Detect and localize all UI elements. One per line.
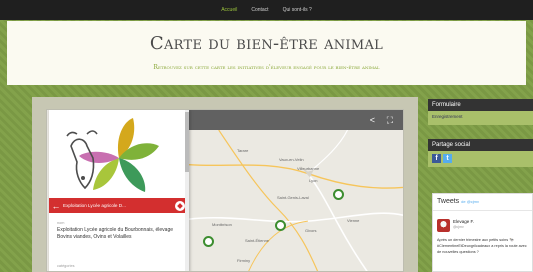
fullscreen-icon[interactable]: ⛶ bbox=[387, 115, 393, 125]
twitter-icon[interactable]: t bbox=[443, 154, 452, 163]
map-town-label: Tarare bbox=[237, 148, 249, 153]
map-town-label: Villeurbanne bbox=[297, 166, 320, 171]
nav-item-about[interactable]: Qui sont-ils ? bbox=[283, 7, 312, 13]
map-town-label: Saint-Genis-Laval bbox=[277, 195, 309, 200]
panel-scrollbar[interactable] bbox=[185, 110, 189, 271]
field-label-name: nom bbox=[57, 221, 65, 225]
registration-link[interactable]: Enregistrement bbox=[432, 114, 463, 119]
nav-item-contact[interactable]: Contact bbox=[251, 7, 268, 13]
field-label-categories: catégories bbox=[57, 264, 75, 268]
site-subtitle: Retrouvez sur cette carte les initiative… bbox=[153, 64, 380, 71]
sidebar: Formulaire Enregistrement Partage social… bbox=[428, 97, 533, 272]
widget-partage: f t bbox=[428, 151, 533, 167]
widget-title-partage: Partage social bbox=[428, 139, 533, 151]
scrollbar-thumb[interactable] bbox=[185, 112, 189, 172]
share-icon[interactable]: < bbox=[370, 115, 375, 125]
map-town-label: Vienne bbox=[347, 218, 360, 223]
tweets-handle[interactable]: de @cjmv bbox=[461, 199, 479, 204]
map-town-label: Lyon bbox=[309, 178, 318, 183]
directions-icon[interactable] bbox=[175, 200, 185, 211]
map-marker[interactable] bbox=[275, 220, 286, 231]
site-title: Carte du bien-être animal bbox=[149, 33, 384, 54]
tweet-author-name[interactable]: Elevage F. bbox=[453, 219, 474, 224]
main-content: Tarare Vaux-en-Velin Villeurbanne Lyon S… bbox=[32, 97, 418, 272]
map-toolbar: < ⛶ bbox=[189, 110, 403, 130]
social-buttons: f t bbox=[432, 154, 452, 163]
site-header: Carte du bien-être animal Retrouvez sur … bbox=[7, 21, 526, 85]
map-town-label: Givors bbox=[305, 228, 317, 233]
widget-title-formulaire: Formulaire bbox=[428, 99, 533, 111]
top-navigation: Accueil Contact Qui sont-ils ? bbox=[0, 0, 533, 20]
facebook-icon[interactable]: f bbox=[432, 154, 441, 163]
panel-header: ← Exploitation Lycée agricole D... bbox=[49, 198, 189, 213]
panel-title: Exploitation Lycée agricole D... bbox=[63, 203, 126, 208]
tweet-text: Après un dernier trimestre aux petits so… bbox=[437, 238, 527, 254]
bien-etre-animal-logo bbox=[66, 118, 159, 192]
map-town-label: Firminy bbox=[237, 258, 251, 263]
map-canvas[interactable] bbox=[189, 130, 403, 272]
map-embed[interactable]: Tarare Vaux-en-Velin Villeurbanne Lyon S… bbox=[46, 109, 404, 272]
map-marker[interactable] bbox=[333, 189, 344, 200]
map-town-label: Vaux-en-Velin bbox=[279, 157, 304, 162]
tweets-title-text: Tweets bbox=[437, 198, 460, 205]
divider bbox=[433, 210, 532, 211]
map-town-label: Montbrison bbox=[212, 222, 232, 227]
back-arrow-icon[interactable]: ← bbox=[49, 201, 63, 211]
avatar[interactable] bbox=[437, 219, 450, 232]
map-marker[interactable] bbox=[203, 236, 214, 247]
tweets-title: Tweets de @cjmv bbox=[437, 198, 479, 205]
nav-item-home[interactable]: Accueil bbox=[221, 7, 237, 13]
twitter-timeline[interactable]: Tweets de @cjmv Elevage F. @cjmv Après u… bbox=[432, 193, 533, 272]
widget-formulaire: Enregistrement bbox=[428, 111, 533, 125]
map-town-label: Saint-Étienne bbox=[245, 238, 270, 243]
tweet-author-handle[interactable]: @cjmv bbox=[453, 225, 464, 229]
field-value-name: Exploitation Lycée agricole du Bourbonna… bbox=[57, 227, 174, 240]
place-details-panel: ← Exploitation Lycée agricole D... nom E… bbox=[49, 110, 189, 271]
